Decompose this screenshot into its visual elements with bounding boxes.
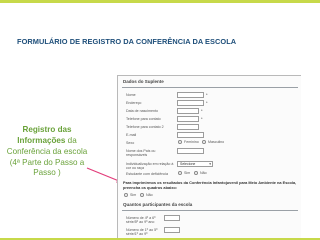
- deficiencia-sim-label: Sim: [184, 171, 191, 175]
- email-input[interactable]: [177, 132, 204, 138]
- ack-sim-radio[interactable]: [124, 193, 128, 197]
- field-label-participantes-1: Número de 4º a 6º série/5º ao 9º ano: [126, 216, 156, 225]
- field-label-participantes-2: Número de 1º ao 5º série/1º ao 9º: [126, 228, 158, 237]
- required-mark: *: [206, 92, 208, 97]
- participantes-1-input[interactable]: [164, 215, 180, 221]
- field-row-deficiencia: Estudante com deficiência Sim Não: [118, 171, 301, 179]
- telefone-input[interactable]: [177, 116, 199, 122]
- field-row-participantes-1: Número de 4º a 6º série/5º ao 9º ano: [118, 215, 301, 225]
- field-label-telefone-2: Telefone para contato 2: [126, 125, 164, 129]
- section-title-participantes: Quantos participantes da escola: [123, 202, 193, 207]
- endereco-input[interactable]: [177, 100, 204, 106]
- chevron-down-icon: ▾: [209, 162, 211, 166]
- field-row-email: E-mail: [118, 132, 301, 140]
- field-row-data-nascimento: Data de nascimento *: [118, 108, 301, 116]
- field-label-data-nascimento: Data de nascimento: [126, 109, 158, 113]
- field-row-telefone-2: Telefone para contato 2: [118, 124, 301, 132]
- sexo-feminino-label: Feminino: [184, 140, 199, 144]
- nome-pais-input[interactable]: [177, 148, 204, 154]
- deficiencia-sim-radio[interactable]: [178, 171, 182, 175]
- caption-line-5: Passo ): [33, 168, 61, 178]
- caption-line-2-rest: da: [65, 135, 77, 145]
- registration-form: Dados do Suplente Nome * Endereço * Data…: [117, 75, 301, 240]
- field-label-telefone: Telefone para contato: [126, 117, 161, 121]
- left-caption: Registro das Informações da Conferência …: [4, 125, 90, 179]
- section-header-suplente: Dados do Suplente: [118, 79, 301, 88]
- field-row-nome-pais: Nome dos Pais ou responsáveis: [118, 148, 301, 160]
- deficiencia-nao-label: Não: [200, 171, 207, 175]
- top-accent-bar: [0, 0, 320, 3]
- field-label-nome-pais: Nome dos Pais ou responsáveis: [126, 149, 156, 158]
- section-header-participantes: Quantos participantes da escola: [118, 202, 301, 211]
- required-mark: *: [201, 108, 203, 113]
- sexo-masculino-radio[interactable]: [202, 140, 206, 144]
- caption-line-1: Registro das: [22, 125, 72, 134]
- section-divider: [122, 210, 298, 211]
- field-row-nome: Nome *: [118, 92, 301, 100]
- field-row-endereco: Endereço *: [118, 100, 301, 108]
- caption-line-2-bold: Informações: [17, 135, 66, 145]
- telefone-2-input[interactable]: [177, 124, 199, 130]
- section-divider: [122, 87, 298, 88]
- ack-sim-label: Sim: [130, 193, 137, 197]
- field-label-nome: Nome: [126, 93, 136, 97]
- caption-line-3: Conferência da escola: [6, 146, 88, 156]
- caption-line-4: (4ª Parte do Passo a: [9, 157, 85, 167]
- acknowledgement-text: Para imprimirmos os resultados da Confer…: [123, 180, 297, 190]
- field-row-cor-raca: Individualização em relação à cor ou raç…: [118, 161, 301, 171]
- required-mark: *: [206, 100, 208, 105]
- field-label-endereco: Endereço: [126, 101, 142, 105]
- field-label-cor-raca: Individualização em relação à cor ou raç…: [126, 162, 174, 171]
- sexo-masculino-label: Masculino: [208, 140, 225, 144]
- deficiencia-nao-radio[interactable]: [194, 171, 198, 175]
- sexo-feminino-radio[interactable]: [178, 140, 182, 144]
- field-row-telefone: Telefone para contato *: [118, 116, 301, 124]
- ack-nao-label: Não: [146, 193, 153, 197]
- ack-nao-radio[interactable]: [140, 193, 144, 197]
- cor-raca-selected-value: Selecione: [180, 162, 196, 166]
- field-label-email: E-mail: [126, 133, 137, 137]
- field-row-sexo: Sexo Feminino Masculino: [118, 140, 301, 148]
- field-label-sexo: Sexo: [126, 141, 135, 145]
- section-title-suplente: Dados do Suplente: [123, 79, 164, 84]
- nome-input[interactable]: [177, 92, 204, 98]
- required-mark: *: [201, 116, 203, 121]
- field-row-participantes-2: Número de 1º ao 5º série/1º ao 9º: [118, 227, 301, 237]
- caption-line-2: Informações da: [4, 136, 90, 147]
- data-nascimento-input[interactable]: [177, 108, 199, 114]
- cor-raca-select[interactable]: Selecione ▾: [177, 161, 213, 167]
- slide-title: FORMULÁRIO DE REGISTRO DA CONFERÊNCIA DA…: [17, 37, 237, 46]
- field-label-deficiencia: Estudante com deficiência: [126, 172, 168, 176]
- participantes-2-input[interactable]: [164, 227, 180, 233]
- acknowledgement-options: Sim Não: [118, 193, 301, 199]
